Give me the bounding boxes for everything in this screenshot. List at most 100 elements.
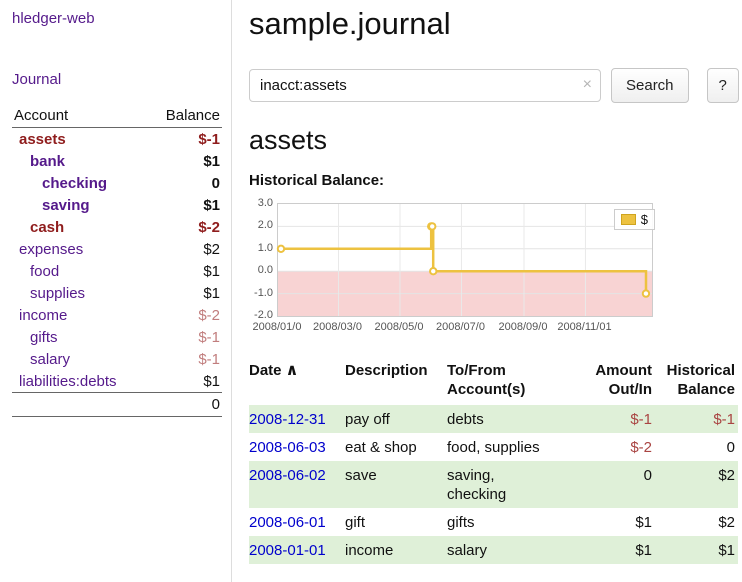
account-balance: $-1 (198, 131, 220, 148)
account-link[interactable]: cash (14, 219, 64, 236)
accounts-tree: Account Balance assets $-1 bank $1 check… (12, 104, 222, 417)
column-header-amount-line1: Amount (595, 362, 652, 379)
register-table: Date∧ Description To/From Account(s) Amo… (249, 357, 738, 564)
account-link[interactable]: assets (14, 131, 66, 148)
y-axis-tick-label: 2.0 (249, 219, 273, 231)
account-link[interactable]: salary (14, 351, 70, 368)
accounts-total-value: 0 (212, 396, 220, 413)
transaction-amount: $-1 (547, 405, 655, 433)
column-header-historical-balance: Historical Balance (655, 357, 738, 405)
transaction-date-link[interactable]: 2008-06-01 (249, 514, 326, 531)
search-form: × Search ? (249, 68, 739, 103)
main-content: sample.journal × Search ? assets Histori… (249, 0, 739, 582)
transaction-balance: $2 (655, 461, 738, 508)
transaction-amount: $1 (547, 508, 655, 536)
transaction-date-link[interactable]: 2008-12-31 (249, 411, 326, 428)
help-button[interactable]: ? (707, 68, 739, 103)
accounts-header: Account Balance (12, 104, 222, 128)
column-header-historical-line2: Balance (677, 381, 735, 398)
account-balance: $-2 (198, 219, 220, 236)
account-balance: $-1 (198, 351, 220, 368)
y-axis-tick-label: -1.0 (249, 287, 273, 299)
sidebar: hledger-web Journal Account Balance asse… (0, 0, 232, 582)
account-link[interactable]: supplies (14, 285, 85, 302)
transaction-description: save (345, 461, 447, 508)
x-axis-tick-label: 2008/07/0 (436, 321, 485, 333)
search-box: × (249, 69, 601, 102)
register-row: 2008-12-31 pay off debts $-1 $-1 (249, 405, 738, 433)
account-row-gifts: gifts $-1 (12, 326, 222, 348)
column-header-accounts: To/From Account(s) (447, 357, 547, 405)
column-header-date[interactable]: Date∧ (249, 357, 345, 405)
account-link[interactable]: food (14, 263, 59, 280)
column-header-amount-line2: Out/In (609, 381, 652, 398)
account-balance: 0 (212, 175, 220, 192)
accounts-header-account: Account (14, 107, 68, 124)
transaction-amount: 0 (547, 461, 655, 508)
column-header-accounts-line1: To/From (447, 362, 506, 379)
transaction-accounts: salary (447, 536, 547, 564)
x-axis-tick-label: 2008/05/0 (375, 321, 424, 333)
account-balance: $1 (203, 285, 220, 302)
register-row: 2008-01-01 income salary $1 $1 (249, 536, 738, 564)
account-heading: assets (249, 125, 739, 156)
column-header-description: Description (345, 357, 447, 405)
transaction-description: income (345, 536, 447, 564)
search-button[interactable]: Search (611, 68, 689, 103)
account-link[interactable]: gifts (14, 329, 58, 346)
register-row: 2008-06-01 gift gifts $1 $2 (249, 508, 738, 536)
account-link[interactable]: bank (14, 153, 65, 170)
transaction-balance: 0 (655, 433, 738, 461)
chart-canvas (278, 204, 652, 316)
transaction-amount: $-2 (547, 433, 655, 461)
account-balance: $2 (203, 241, 220, 258)
chart-legend: $ (614, 209, 655, 230)
account-row-liabilities-debts: liabilities:debts $1 (12, 370, 222, 392)
transaction-balance: $2 (655, 508, 738, 536)
account-balance: $1 (203, 263, 220, 280)
account-link[interactable]: saving (14, 197, 90, 214)
x-axis-tick-label: 2008/03/0 (313, 321, 362, 333)
chart-title: Historical Balance: (249, 172, 739, 189)
account-link[interactable]: income (14, 307, 67, 324)
app-brand-link[interactable]: hledger-web (12, 10, 221, 27)
nav-journal-link[interactable]: Journal (12, 71, 221, 88)
x-axis-tick-label: 2008/01/0 (253, 321, 302, 333)
transaction-description: eat & shop (345, 433, 447, 461)
account-row-expenses: expenses $2 (12, 238, 222, 260)
accounts-header-balance: Balance (166, 107, 220, 124)
transaction-date-link[interactable]: 2008-06-02 (249, 467, 326, 484)
account-row-cash: cash $-2 (12, 216, 222, 238)
clear-search-icon[interactable]: × (583, 76, 592, 94)
search-input[interactable] (249, 69, 601, 102)
register-row: 2008-06-02 save saving, checking 0 $2 (249, 461, 738, 508)
column-header-description-label: Description (345, 362, 428, 379)
account-link[interactable]: liabilities:debts (14, 373, 117, 390)
transaction-date-link[interactable]: 2008-06-03 (249, 439, 326, 456)
transaction-balance: $-1 (655, 405, 738, 433)
account-balance: $1 (203, 373, 220, 390)
y-axis-tick-label: 1.0 (249, 242, 273, 254)
accounts-total-row: 0 (12, 392, 222, 417)
account-row-bank: bank $1 (12, 150, 222, 172)
column-header-date-label: Date (249, 362, 282, 379)
account-row-salary: salary $-1 (12, 348, 222, 370)
historical-balance-chart: $ 3.02.01.00.0-1.0-2.02008/01/02008/03/0… (249, 199, 679, 337)
transaction-description: pay off (345, 405, 447, 433)
account-link[interactable]: expenses (14, 241, 83, 258)
account-link[interactable]: checking (14, 175, 107, 192)
transaction-date-link[interactable]: 2008-01-01 (249, 542, 326, 559)
page-title: sample.journal (249, 6, 739, 42)
sort-ascending-icon: ∧ (286, 362, 299, 379)
account-row-saving: saving $1 (12, 194, 222, 216)
account-row-income: income $-2 (12, 304, 222, 326)
y-axis-tick-label: 3.0 (249, 197, 273, 209)
column-header-historical-line1: Historical (667, 362, 735, 379)
account-row-supplies: supplies $1 (12, 282, 222, 304)
x-axis-tick-label: 2008/09/0 (499, 321, 548, 333)
account-balance: $1 (203, 153, 220, 170)
transaction-accounts: debts (447, 405, 547, 433)
x-axis-tick-label: 2008/11/01 (557, 321, 611, 333)
register-row: 2008-06-03 eat & shop food, supplies $-2… (249, 433, 738, 461)
account-balance: $1 (203, 197, 220, 214)
